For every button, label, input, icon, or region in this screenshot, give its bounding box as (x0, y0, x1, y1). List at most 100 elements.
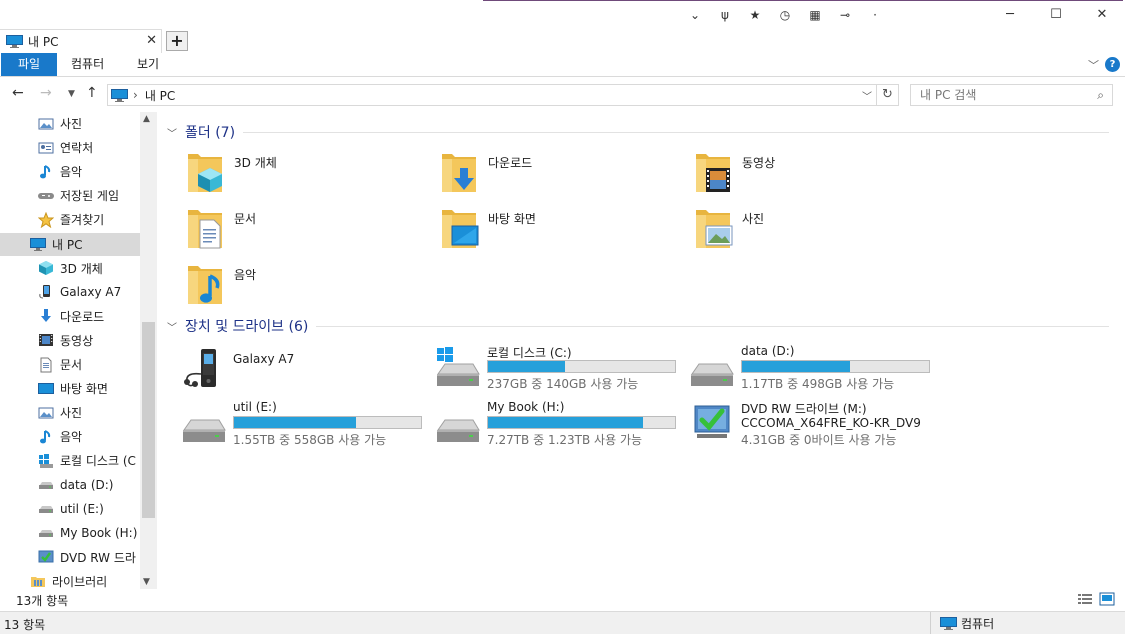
nav-item[interactable]: 사진 (0, 112, 140, 135)
computer-icon (940, 617, 957, 630)
folder-item[interactable]: 음악 (186, 262, 436, 312)
folder-item[interactable]: 사진 (694, 206, 944, 256)
search-icon[interactable]: ⌕ (1097, 85, 1104, 105)
pitchfork-icon[interactable]: ψ (710, 6, 740, 24)
help-icon[interactable]: ? (1105, 57, 1120, 72)
nav-item[interactable]: My Book (H:) (0, 522, 140, 545)
drive-name: Galaxy A7 (233, 352, 295, 366)
ribbon-tab-view[interactable]: 보기 (123, 53, 173, 76)
drive-item[interactable]: util (E:) 1.55TB 중 558GB 사용 가능 (181, 400, 435, 450)
hard-drive-icon (435, 346, 481, 388)
navigation-pane: 라이브러리 DVD RW 드라 My Book (H:) util (E:) data … (0, 112, 157, 589)
refresh-button[interactable]: ↻ (877, 84, 899, 106)
nav-item[interactable]: 3D 개체 (0, 257, 140, 280)
breadcrumb-this-pc[interactable]: 내 PC (145, 87, 175, 104)
drive-name: My Book (H:) (487, 400, 565, 414)
breadcrumb-separator[interactable]: › (133, 88, 138, 102)
large-icons-view-icon[interactable] (1099, 592, 1115, 606)
grid-icon[interactable]: ▦ (800, 6, 830, 24)
hard-drive-icon (689, 346, 735, 388)
folder-icon (694, 150, 734, 194)
ribbon-tab-computer[interactable]: 컴퓨터 (57, 53, 118, 76)
star-icon[interactable]: ★ (740, 6, 770, 24)
dot-icon[interactable]: · (860, 6, 890, 24)
nav-item-label: 음악 (60, 430, 83, 445)
collapse-chevron-icon[interactable]: ﹀ (167, 319, 177, 334)
ribbon-tab-file[interactable]: 파일 (1, 53, 57, 76)
minimize-button[interactable]: ─ (987, 0, 1033, 30)
nav-scrollbar[interactable]: ▲ ▼ (140, 112, 157, 589)
folder-item[interactable]: 문서 (186, 206, 436, 256)
nav-item[interactable]: 로컬 디스크 (C (0, 449, 140, 472)
drive-icon (38, 525, 54, 541)
nav-item[interactable]: 저장된 게임 (0, 184, 140, 207)
recent-locations-chevron-icon[interactable]: ▼ (68, 89, 75, 99)
ribbon-tabs: 파일 컴퓨터 보기 ﹀ ? (0, 53, 1125, 77)
folder-item[interactable]: 3D 개체 (186, 150, 436, 200)
nav-item[interactable]: 라이브러리 (0, 570, 140, 589)
nav-item[interactable]: DVD RW 드라 (0, 546, 140, 569)
nav-item-label: 동영상 (60, 333, 94, 348)
nav-item[interactable]: 즐겨찾기 (0, 208, 140, 231)
nav-item[interactable]: 바탕 화면 (0, 377, 140, 400)
nav-item[interactable]: util (E:) (0, 498, 140, 521)
content-pane: ﹀ 폴더 (7) ﹀ 장치 및 드라이브 (6) 3D 개체 다운로드 동영상문서 바… (157, 112, 1125, 589)
nav-item[interactable]: 다운로드 (0, 305, 140, 328)
tab-this-pc[interactable]: 내 PC ✕ (0, 29, 162, 53)
new-tab-button[interactable]: + (166, 31, 188, 51)
clock-icon[interactable]: ◷ (770, 6, 800, 24)
devices-group-title: 장치 및 드라이브 (6) (185, 319, 309, 335)
status-bar: 13 항목 컴퓨터 (0, 611, 1125, 634)
scroll-thumb[interactable] (142, 322, 155, 518)
expand-ribbon-chevron-icon[interactable]: ﹀ (1088, 57, 1099, 73)
details-view-icon[interactable] (1077, 592, 1093, 606)
drive-space-info: 1.17TB 중 498GB 사용 가능 (741, 377, 895, 391)
nav-item[interactable]: 동영상 (0, 329, 140, 352)
nav-item-label: 사진 (60, 406, 83, 421)
pictures-icon (38, 405, 54, 421)
folder-item[interactable]: 바탕 화면 (440, 206, 690, 256)
nav-item-label: 연락처 (60, 141, 94, 156)
nav-item[interactable]: 음악 (0, 425, 140, 448)
status-divider (930, 612, 931, 634)
nav-item[interactable]: data (D:) (0, 474, 140, 497)
drive-usage-bar (233, 416, 422, 429)
scroll-down-icon[interactable]: ▼ (143, 577, 150, 587)
search-input[interactable]: 내 PC 검색 ⌕ (910, 84, 1113, 106)
folder-icon (440, 206, 480, 250)
nav-item[interactable]: 음악 (0, 160, 140, 183)
scroll-up-icon[interactable]: ▲ (143, 114, 150, 124)
chevron-double-down-icon[interactable]: ⌄ (680, 6, 710, 24)
drive-item[interactable]: DVD RW 드라이브 (M:) CCCOMA_X64FRE_KO-KR_DV9 4… (689, 400, 943, 450)
tab-close-icon[interactable]: ✕ (146, 33, 157, 48)
drive-item[interactable]: data (D:) 1.17TB 중 498GB 사용 가능 (689, 344, 943, 394)
forward-arrow-icon[interactable]: → (40, 85, 52, 101)
back-arrow-icon[interactable]: ← (12, 85, 24, 101)
music-icon (38, 164, 54, 180)
maximize-button[interactable]: ☐ (1033, 0, 1079, 30)
pin-icon[interactable]: ⊸ (830, 6, 860, 24)
nav-item[interactable]: 사진 (0, 401, 140, 424)
nav-item[interactable]: 연락처 (0, 136, 140, 159)
hard-drive-icon (181, 402, 227, 444)
this-pc-icon (6, 35, 23, 48)
collapse-chevron-icon[interactable]: ﹀ (167, 125, 177, 140)
folders-group-header[interactable]: ﹀ 폴더 (7) (157, 122, 1117, 142)
up-arrow-icon[interactable]: ↑ (86, 85, 98, 101)
address-bar[interactable]: › 내 PC ﹀ (107, 84, 877, 106)
drive-item[interactable]: 로컬 디스크 (C:) 237GB 중 140GB 사용 가능 (435, 344, 689, 394)
nav-item[interactable]: 문서 (0, 353, 140, 376)
nav-item[interactable]: 내 PC (0, 232, 140, 256)
address-dropdown-chevron-icon[interactable]: ﹀ (862, 88, 872, 103)
dvd-icon (38, 549, 54, 565)
folder-item[interactable]: 다운로드 (440, 150, 690, 200)
nav-item[interactable]: Galaxy A7 (0, 281, 140, 304)
drive-item[interactable]: My Book (H:) 7.27TB 중 1.23TB 사용 가능 (435, 400, 689, 450)
nav-item-label: 로컬 디스크 (C (60, 454, 136, 469)
phone-icon (38, 284, 54, 300)
devices-group-header[interactable]: ﹀ 장치 및 드라이브 (6) (157, 316, 1117, 336)
close-button[interactable]: ✕ (1079, 0, 1125, 30)
folder-item[interactable]: 동영상 (694, 150, 944, 200)
folder-label: 문서 (234, 212, 257, 226)
drive-item[interactable]: Galaxy A7 (181, 346, 435, 396)
